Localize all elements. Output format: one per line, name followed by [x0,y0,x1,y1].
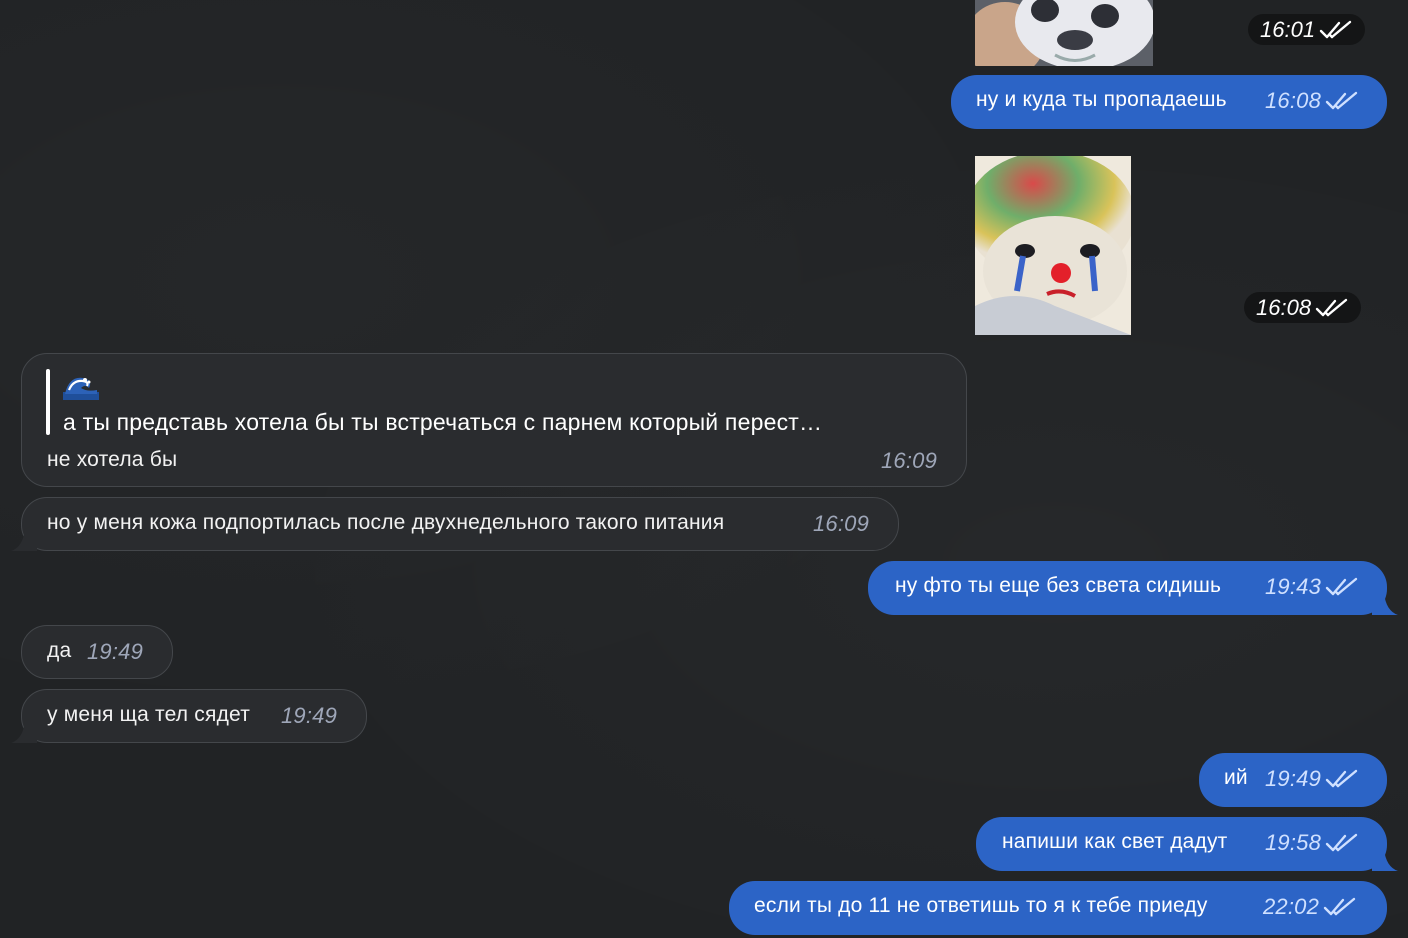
message-time: 19:43 [1265,574,1322,599]
message-meta: 22:02 [1263,894,1357,920]
message-time: 19:49 [281,703,338,728]
message-meta: 16:08 [1265,88,1359,114]
message-time: 16:08 [1256,294,1312,320]
message-time: 16:01 [1260,16,1316,42]
message-text: не хотела бы [47,448,178,471]
incoming-message[interactable]: у меня ща тел сядет 19:49 [21,689,367,743]
sticker-cat-image [975,0,1153,66]
sticker-image[interactable] [975,156,1131,335]
double-check-icon [1325,577,1358,596]
message-text: да [47,639,72,662]
wave-emoji-icon [63,377,99,400]
reply-quote-text[interactable]: а ты представь хотела бы ты встречаться … [63,409,822,435]
sticker-image[interactable] [975,0,1153,66]
message-text: если ты до 11 не ответишь то я к тебе пр… [754,894,1208,917]
outgoing-message[interactable]: напиши как свет дадут 19:58 [976,817,1387,871]
sticker-clown-cat-image [975,156,1131,335]
message-meta: 19:43 [1265,574,1359,600]
outgoing-message[interactable]: ий 19:49 [1199,753,1387,807]
incoming-message[interactable]: да 19:49 [21,625,173,679]
sticker-timestamp: 16:08 [1244,292,1362,323]
outgoing-message[interactable]: если ты до 11 не ответишь то я к тебе пр… [729,881,1387,935]
double-check-icon [1315,298,1348,316]
message-text: но у меня кожа подпортилась после двухне… [47,511,725,534]
message-text: напиши как свет дадут [1002,830,1228,853]
bubble-tail [1372,587,1398,615]
message-time: 19:49 [1265,766,1322,791]
bubble-tail [11,523,37,551]
message-text: ну фто ты еще без света сидишь [895,574,1222,597]
message-time: 16:09 [813,511,870,536]
message-meta: 16:09 [881,448,937,474]
double-check-icon [1325,769,1358,788]
double-check-icon [1323,897,1356,916]
message-time: 22:02 [1263,894,1320,919]
message-meta: 16:09 [813,511,869,537]
bubble-tail [11,715,37,743]
outgoing-message[interactable]: ну фто ты еще без света сидишь 19:43 [868,561,1387,615]
message-text: у меня ща тел сядет [47,703,251,726]
message-meta: 19:58 [1265,830,1359,856]
message-time: 16:09 [881,448,938,473]
message-time: 19:49 [87,639,144,664]
double-check-icon [1319,20,1352,38]
double-check-icon [1325,833,1358,852]
message-text: ий [1224,766,1248,789]
message-meta: 19:49 [281,703,337,729]
message-text: ну и куда ты пропадаешь [976,88,1227,111]
incoming-message[interactable]: но у меня кожа подпортилась после двухне… [21,497,899,551]
message-time: 16:08 [1265,88,1322,113]
message-meta: 19:49 [87,639,143,665]
incoming-reply-message[interactable]: а ты представь хотела бы ты встречаться … [21,353,967,487]
double-check-icon [1325,91,1358,110]
bubble-tail [1372,843,1398,871]
message-meta: 19:49 [1265,766,1359,792]
chat-message-list[interactable]: 16:01 ну и куда ты пропадаешь 16:08 16:0… [0,0,1408,938]
sticker-timestamp: 16:01 [1248,14,1366,45]
reply-quote-bar [46,369,50,435]
outgoing-message[interactable]: ну и куда ты пропадаешь 16:08 [951,75,1387,129]
message-time: 19:58 [1265,830,1322,855]
